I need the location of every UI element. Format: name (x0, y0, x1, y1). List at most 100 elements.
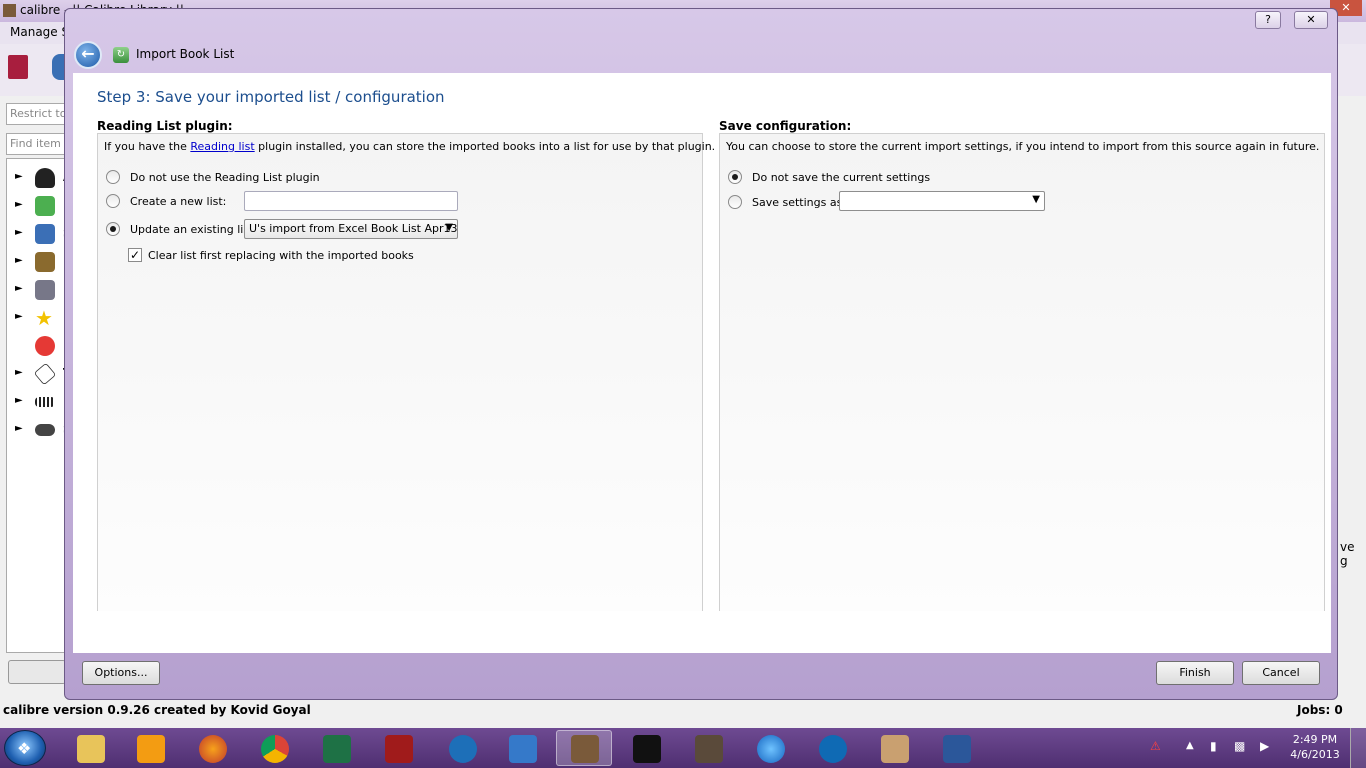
tree-item-languages[interactable]: ►L (11, 195, 71, 217)
explorer-taskbar-button[interactable] (62, 730, 118, 766)
reading-list-group: If you have the Reading list plugin inst… (97, 133, 715, 611)
tree-item-authors[interactable]: ►A (11, 167, 72, 189)
back-arrow-icon[interactable]: ← (74, 41, 102, 69)
calibre-books-icon (571, 735, 599, 763)
wizard-title: Import Book List (136, 47, 235, 61)
volume-muted-icon[interactable]: ▶ (1260, 739, 1274, 755)
restrict-to-field[interactable]: Restrict to (6, 103, 70, 125)
firefox-icon (199, 735, 227, 763)
radio-save-settings-as[interactable]: Save settings as: (728, 194, 846, 212)
chevron-down-icon: ▼ (445, 222, 453, 233)
save-config-description: You can choose to store the current impo… (726, 140, 1320, 153)
internet-explorer-icon (449, 735, 477, 763)
calibre-app-icon (3, 4, 16, 17)
acrobat-taskbar-button[interactable] (370, 730, 426, 766)
status-text: calibre version 0.9.26 created by Kovid … (3, 703, 311, 717)
radio-create-new-list[interactable]: Create a new list: (106, 193, 236, 211)
radio-circle[interactable] (106, 170, 120, 184)
calibre-status-bar: calibre version 0.9.26 created by Kovid … (0, 700, 1366, 728)
clear-list-checkbox[interactable]: ✓ Clear list first replacing with the im… (128, 247, 414, 265)
chevron-down-icon: ▼ (1032, 194, 1040, 205)
tree-item-searches[interactable]: ►S (11, 419, 72, 441)
publishers-icon (35, 280, 55, 300)
tree-item-news[interactable]: N (11, 335, 73, 357)
import-book-list-dialog: ? ✕ ← ↻ Import Book List Step 3: Save yo… (64, 8, 1338, 700)
new-list-name-input[interactable] (244, 191, 458, 211)
tree-item-formats[interactable]: ►F (11, 251, 71, 273)
excel-taskbar-button[interactable] (308, 730, 364, 766)
tag-icon (33, 362, 57, 386)
binoculars-icon (35, 424, 55, 436)
ie-taskbar-button[interactable] (434, 730, 490, 766)
manage-tags-button[interactable] (8, 660, 66, 684)
radio-circle[interactable] (728, 195, 742, 209)
radio-circle-selected[interactable] (728, 170, 742, 184)
outlook-taskbar-button[interactable] (122, 730, 178, 766)
windows-logo-icon: ❖ (17, 739, 32, 758)
calibre-taskbar-button[interactable] (556, 730, 612, 766)
add-books-icon[interactable] (8, 55, 28, 79)
series-icon (35, 224, 55, 244)
tree-item-identifiers[interactable]: ►Id (11, 391, 76, 413)
printer-icon (881, 735, 909, 763)
chrome-taskbar-button[interactable] (246, 730, 302, 766)
right-text-2: g (1340, 554, 1348, 568)
barcode-icon (35, 397, 55, 407)
tree-item-series[interactable]: ►S (11, 223, 72, 245)
jobs-indicator[interactable]: Jobs: 0 (1297, 703, 1343, 717)
finish-button[interactable]: Finish (1156, 661, 1234, 685)
acrobat-icon (385, 735, 413, 763)
chrome-icon (261, 735, 289, 763)
options-button[interactable]: Options... (82, 661, 160, 685)
reading-list-link[interactable]: Reading list (190, 140, 254, 153)
import-wizard-icon: ↻ (113, 47, 129, 63)
itunes-icon (757, 735, 785, 763)
show-hidden-icons-icon[interactable]: ▲ (1186, 740, 1194, 751)
find-item-field[interactable]: Find item in (6, 133, 70, 155)
kindle-icon (633, 735, 661, 763)
save-config-section-label: Save configuration: (719, 119, 852, 133)
tree-item-publishers[interactable]: ►P (11, 279, 72, 301)
dialog-close-button[interactable]: ✕ (1294, 11, 1328, 29)
reader-icon (695, 735, 723, 763)
reading-list-section-label: Reading List plugin: (97, 119, 233, 133)
start-button[interactable]: ❖ (4, 730, 46, 766)
save-settings-name-combo[interactable]: ▼ (839, 191, 1045, 211)
firefox-taskbar-button[interactable] (184, 730, 240, 766)
checkmark-icon[interactable]: ✓ (128, 248, 142, 262)
right-text-1: ve (1340, 540, 1355, 554)
radio-do-not-save[interactable]: Do not save the current settings (728, 169, 930, 187)
action-center-icon[interactable]: ⚠ (1150, 739, 1164, 755)
word-taskbar-button[interactable] (928, 730, 984, 766)
languages-icon (35, 196, 55, 216)
help-button[interactable]: ? (1255, 11, 1281, 29)
clock-time: 2:49 PM (1292, 733, 1338, 746)
radio-circle-selected[interactable] (106, 222, 120, 236)
tree-item-tags[interactable]: ►T (11, 362, 71, 386)
kindle-taskbar-button[interactable] (618, 730, 674, 766)
network-signal-icon[interactable]: ▩ (1234, 739, 1248, 755)
reader-taskbar-button[interactable] (680, 730, 736, 766)
taskbar-clock[interactable]: 2:49 PM 4/6/2013 (1290, 732, 1340, 762)
printer-taskbar-button[interactable] (866, 730, 922, 766)
snipping-tool-icon (509, 735, 537, 763)
radio-update-existing-list[interactable]: Update an existing list: (106, 221, 257, 239)
news-icon (35, 336, 55, 356)
existing-list-dropdown[interactable]: U's import from Excel Book List Apr13 ▼ (244, 219, 458, 239)
radio-do-not-use[interactable]: Do not use the Reading List plugin (106, 169, 366, 187)
tag-browser: ►A ►L ►S ►F ►P ►★R N ►T ►Id ►S (6, 158, 76, 653)
step-title: Step 3: Save your imported list / config… (97, 88, 445, 106)
hp-icon (819, 735, 847, 763)
cancel-button[interactable]: Cancel (1242, 661, 1320, 685)
clock-date: 4/6/2013 (1290, 748, 1340, 761)
star-icon: ★ (35, 306, 53, 330)
snipping-taskbar-button[interactable] (494, 730, 550, 766)
reading-list-description: If you have the Reading list plugin inst… (104, 140, 716, 153)
formats-icon (35, 252, 55, 272)
hp-taskbar-button[interactable] (804, 730, 860, 766)
itunes-taskbar-button[interactable] (742, 730, 798, 766)
show-desktop-button[interactable] (1350, 728, 1366, 768)
tree-item-rating[interactable]: ►★R (11, 306, 72, 330)
power-icon[interactable]: ▮ (1210, 739, 1224, 755)
radio-circle[interactable] (106, 194, 120, 208)
